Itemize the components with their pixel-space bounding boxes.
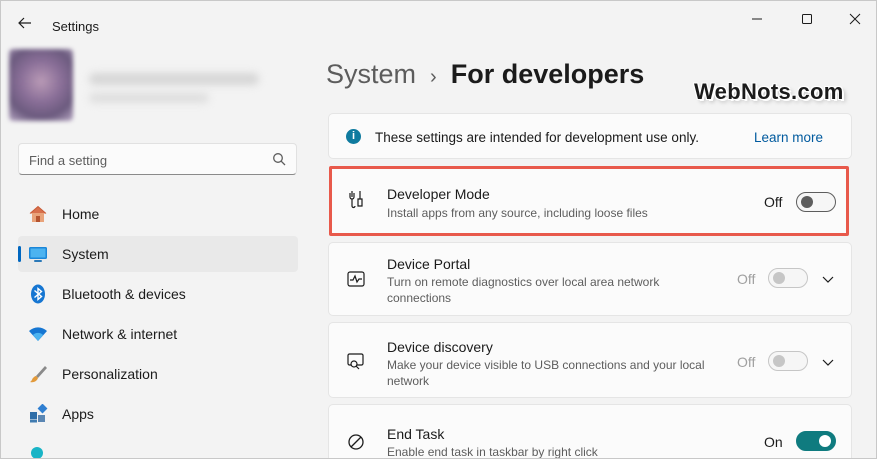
back-arrow-icon [18, 17, 31, 29]
partial-nav-icon [31, 447, 43, 458]
toggle-knob [819, 435, 831, 447]
learn-more-link[interactable]: Learn more [754, 130, 823, 145]
end-task-icon [346, 432, 366, 452]
bluetooth-icon [28, 284, 48, 304]
info-text: These settings are intended for developm… [375, 130, 699, 145]
search-input[interactable] [29, 150, 259, 170]
sidebar-item-label: System [62, 246, 109, 262]
developer-tools-icon [347, 189, 367, 209]
breadcrumb-separator: › [430, 66, 437, 88]
setting-title: End Task [387, 426, 445, 442]
webnots-watermark: WebNots.com [694, 79, 844, 104]
device-discovery-card[interactable]: Device discovery Make your device visibl… [328, 322, 852, 398]
device-portal-card[interactable]: Device Portal Turn on remote diagnostics… [328, 242, 852, 316]
maximize-icon [802, 14, 812, 24]
minimize-button[interactable] [737, 7, 777, 31]
sidebar-item-personalization[interactable]: Personalization [18, 356, 298, 392]
sidebar-item-label: Bluetooth & devices [62, 286, 186, 302]
setting-description: Enable end task in taskbar by right clic… [387, 445, 598, 459]
chevron-down-icon[interactable] [821, 272, 835, 286]
setting-description: Turn on remote diagnostics over local ar… [387, 275, 660, 305]
setting-title: Device discovery [387, 339, 493, 355]
wifi-icon [28, 324, 48, 344]
device-discovery-toggle[interactable] [768, 351, 808, 371]
avatar[interactable] [9, 49, 73, 121]
device-discovery-icon [346, 351, 366, 371]
end-task-toggle[interactable] [796, 431, 836, 451]
system-icon [28, 244, 48, 264]
sidebar-item-label: Apps [62, 406, 94, 422]
back-button[interactable] [13, 11, 37, 35]
developer-mode-card: Developer Mode Install apps from any sou… [329, 166, 849, 236]
chevron-down-icon[interactable] [821, 355, 835, 369]
settings-window: Settings Home System [0, 0, 877, 459]
info-icon: i [346, 129, 361, 144]
brush-icon [28, 364, 48, 384]
sidebar-item-label: Home [62, 206, 100, 222]
end-task-card: End Task Enable end task in taskbar by r… [328, 404, 852, 459]
diagnostics-icon [346, 269, 366, 289]
setting-title: Developer Mode [387, 186, 490, 202]
apps-icon [28, 404, 48, 424]
toggle-knob [801, 196, 813, 208]
maximize-button[interactable] [787, 7, 827, 31]
toggle-knob [773, 272, 785, 284]
toggle-state-label: Off [737, 354, 756, 370]
setting-description: Make your device visible to USB connecti… [387, 358, 705, 388]
sidebar-item-network[interactable]: Network & internet [18, 316, 298, 352]
toggle-knob [773, 355, 785, 367]
setting-title: Device Portal [387, 256, 471, 272]
toggle-state-label: Off [764, 194, 783, 210]
close-icon [849, 13, 861, 25]
breadcrumb: System › For developers [326, 59, 644, 95]
sidebar-item-label: Network & internet [62, 326, 178, 342]
device-portal-toggle[interactable] [768, 268, 808, 288]
setting-description: Install apps from any source, including … [387, 206, 648, 220]
info-card: i These settings are intended for develo… [328, 113, 852, 159]
search-box [18, 143, 297, 175]
close-button[interactable] [835, 7, 875, 31]
profile-name-blurred [89, 73, 259, 85]
home-icon [28, 204, 48, 224]
breadcrumb-parent[interactable]: System [326, 59, 416, 90]
sidebar-item-apps[interactable]: Apps [18, 396, 298, 432]
sidebar-item-bluetooth[interactable]: Bluetooth & devices [18, 276, 298, 312]
toggle-state-label: On [764, 434, 783, 450]
app-title: Settings [52, 19, 99, 34]
title-bar: Settings [1, 1, 876, 41]
toggle-state-label: Off [737, 271, 756, 287]
developer-mode-toggle[interactable] [796, 192, 836, 212]
sidebar-item-system[interactable]: System [18, 236, 298, 272]
page-title: For developers [450, 59, 645, 89]
sidebar-nav: Home System Bluetooth & devices Network … [18, 196, 298, 436]
search-icon[interactable] [272, 152, 286, 166]
profile-email-blurred [89, 93, 209, 103]
sidebar-item-label: Personalization [62, 366, 158, 382]
sidebar-item-home[interactable]: Home [18, 196, 298, 232]
minimize-icon [752, 18, 762, 20]
